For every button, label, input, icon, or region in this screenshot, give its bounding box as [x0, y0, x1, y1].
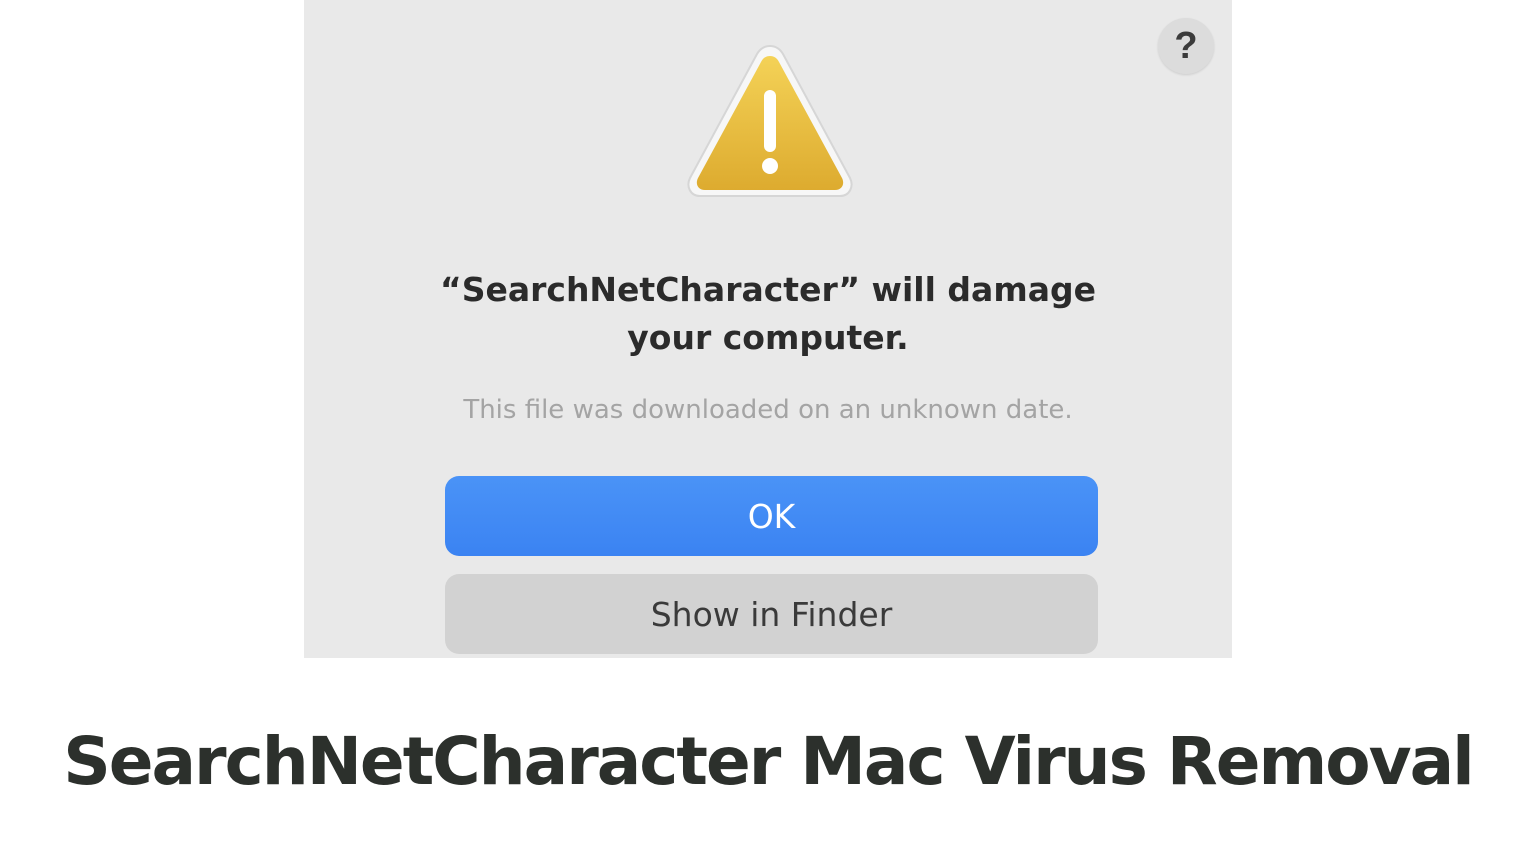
warning-icon — [687, 44, 853, 197]
alert-headline: “SearchNetCharacter” will damage your co… — [384, 266, 1152, 362]
page-caption: SearchNetCharacter Mac Virus Removal — [63, 723, 1475, 800]
headline-line-1: “SearchNetCharacter” will damage — [440, 270, 1096, 309]
help-icon: ? — [1174, 25, 1198, 67]
show-in-finder-button[interactable]: Show in Finder — [445, 574, 1098, 654]
ok-button-label: OK — [747, 496, 796, 536]
ok-button[interactable]: OK — [445, 476, 1098, 556]
alert-subtext: This file was downloaded on an unknown d… — [463, 395, 1073, 425]
show-in-finder-label: Show in Finder — [650, 594, 893, 634]
headline-line-2: your computer. — [627, 318, 909, 357]
alert-dialog: ? “SearchNetCharacter” will damage your … — [304, 0, 1232, 658]
help-button[interactable]: ? — [1158, 18, 1214, 74]
